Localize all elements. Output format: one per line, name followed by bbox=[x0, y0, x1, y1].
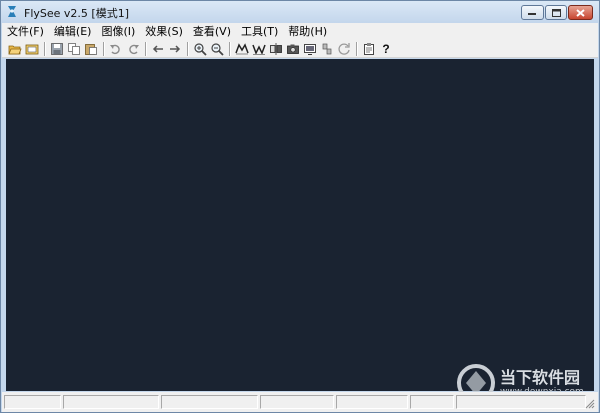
redo-icon bbox=[129, 44, 139, 54]
status-bar bbox=[2, 392, 598, 412]
window-title: FlySee v2.5 [模式1] bbox=[24, 7, 129, 20]
status-panel-4 bbox=[260, 395, 334, 409]
redo-button[interactable] bbox=[125, 41, 141, 57]
minimize-button[interactable] bbox=[521, 5, 544, 20]
toolbar-separator bbox=[44, 41, 46, 56]
help-icon: ? bbox=[382, 41, 390, 56]
menu-effect[interactable]: 效果(S) bbox=[140, 23, 188, 40]
toolbar-separator bbox=[187, 41, 189, 56]
open-folder-icon bbox=[8, 45, 22, 54]
maximize-button[interactable] bbox=[545, 5, 567, 20]
open-image-icon bbox=[25, 44, 39, 54]
effect-m-button[interactable] bbox=[234, 41, 250, 57]
menu-file[interactable]: 文件(F) bbox=[2, 23, 49, 40]
app-window: FlySee v2.5 [模式1] 文件(F) 编辑(E) 图像(I) 效果(S… bbox=[0, 0, 600, 413]
screen-button[interactable] bbox=[302, 41, 318, 57]
status-panel-6 bbox=[410, 395, 454, 409]
menu-help[interactable]: 帮助(H) bbox=[283, 23, 332, 40]
close-button[interactable] bbox=[568, 5, 593, 20]
menu-tools[interactable]: 工具(T) bbox=[236, 23, 283, 40]
effect-w-button[interactable] bbox=[251, 41, 267, 57]
copy-button[interactable] bbox=[66, 41, 82, 57]
undo-icon bbox=[110, 44, 120, 54]
menu-edit[interactable]: 编辑(E) bbox=[49, 23, 97, 40]
close-icon bbox=[576, 8, 585, 17]
toolbar-separator bbox=[229, 41, 231, 56]
clipboard-button[interactable] bbox=[361, 41, 377, 57]
camera-icon bbox=[287, 44, 299, 54]
zoom-out-button[interactable] bbox=[209, 41, 225, 57]
save-button[interactable] bbox=[49, 41, 65, 57]
camera-button[interactable] bbox=[285, 41, 301, 57]
minimize-icon bbox=[528, 12, 536, 15]
status-panel-3 bbox=[161, 395, 258, 409]
effect-m-icon bbox=[235, 42, 249, 54]
help-button[interactable]: ? bbox=[378, 41, 394, 57]
rotate-button[interactable] bbox=[336, 41, 352, 57]
status-panel-2 bbox=[63, 395, 159, 409]
mirror-icon bbox=[270, 42, 282, 55]
effect-w-icon bbox=[252, 44, 266, 55]
flysee-app-icon bbox=[8, 6, 16, 17]
watermark-title: 当下软件园 bbox=[500, 367, 581, 387]
open-image-button[interactable] bbox=[24, 41, 40, 57]
small-tool-button[interactable] bbox=[319, 41, 335, 57]
status-panel-1 bbox=[4, 395, 61, 409]
resize-grip-icon[interactable] bbox=[585, 399, 595, 409]
title-bar[interactable]: FlySee v2.5 [模式1] bbox=[1, 1, 599, 23]
paste-button[interactable] bbox=[83, 41, 99, 57]
save-icon bbox=[51, 42, 63, 55]
toolbar: ? bbox=[2, 40, 598, 58]
toolbar-separator bbox=[356, 41, 358, 56]
clipboard-icon bbox=[364, 42, 374, 55]
undo-button[interactable] bbox=[108, 41, 124, 57]
zoom-in-icon bbox=[194, 42, 207, 56]
open-folder-button[interactable] bbox=[7, 41, 23, 57]
mirror-button[interactable] bbox=[268, 41, 284, 57]
toolbar-separator bbox=[145, 41, 147, 56]
arrow-left-icon bbox=[152, 44, 163, 53]
zoom-out-icon bbox=[211, 42, 224, 56]
maximize-icon bbox=[551, 8, 561, 17]
menu-image[interactable]: 图像(I) bbox=[96, 23, 140, 40]
toolbar-separator bbox=[103, 41, 105, 56]
status-panel-7 bbox=[456, 395, 586, 409]
arrow-right-icon bbox=[170, 44, 181, 53]
previous-button[interactable] bbox=[150, 41, 166, 57]
next-button[interactable] bbox=[167, 41, 183, 57]
screen-icon bbox=[304, 43, 316, 55]
menu-bar: 文件(F) 编辑(E) 图像(I) 效果(S) 查看(V) 工具(T) 帮助(H… bbox=[2, 23, 598, 40]
paste-icon bbox=[85, 43, 97, 55]
rotate-icon bbox=[338, 42, 350, 55]
image-canvas[interactable] bbox=[6, 59, 594, 391]
status-panel-5 bbox=[336, 395, 408, 409]
copy-icon bbox=[68, 42, 80, 55]
zoom-in-button[interactable] bbox=[192, 41, 208, 57]
menu-view[interactable]: 查看(V) bbox=[188, 23, 236, 40]
tool-small-icon bbox=[322, 43, 332, 54]
